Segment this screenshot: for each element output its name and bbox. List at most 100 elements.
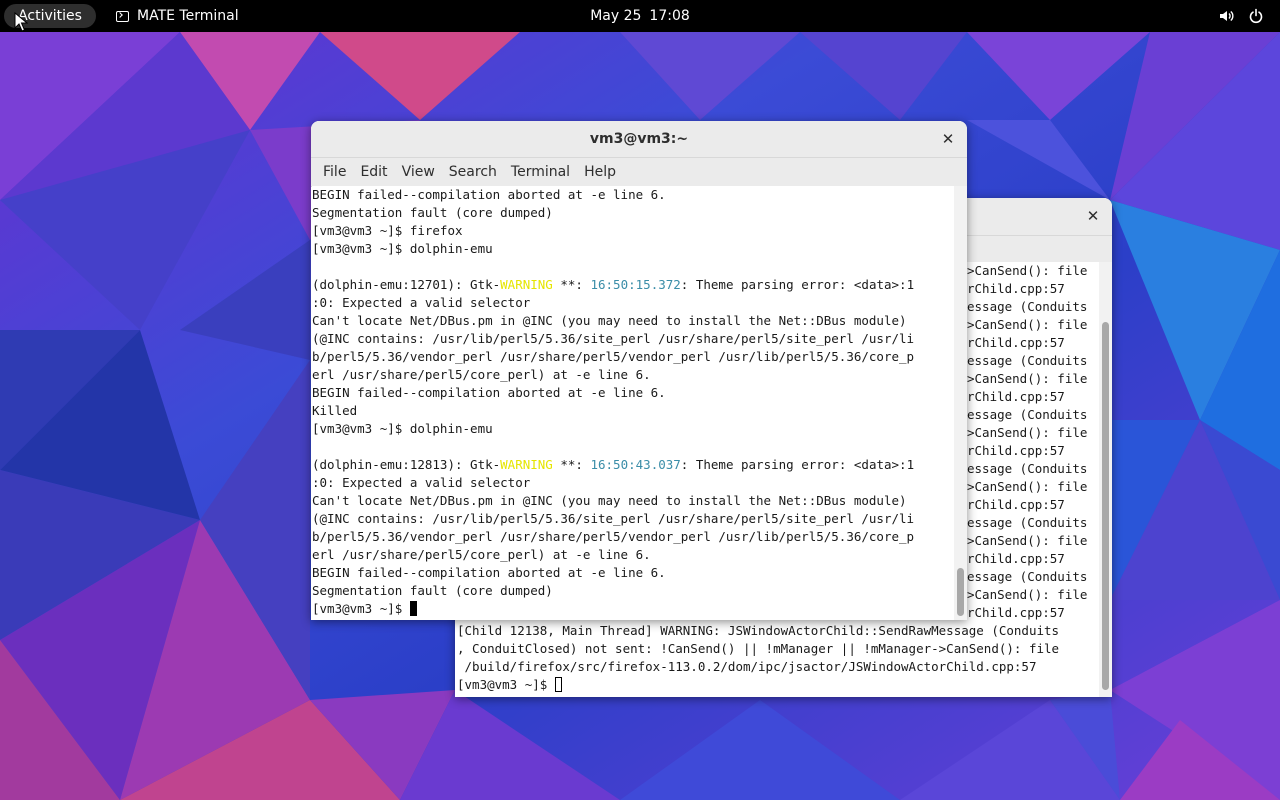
terminal-text: erl /usr/share/perl5/core_perl) at -e li… (312, 547, 651, 562)
terminal-text: (dolphin-emu:12701): Gtk- (312, 277, 501, 292)
terminal-text: b/perl5/5.36/vendor_perl /usr/share/perl… (312, 529, 915, 544)
terminal-text: (@INC contains: /usr/lib/perl5/5.36/site… (312, 511, 915, 526)
terminal-text: Segmentation fault (core dumped) (312, 205, 553, 220)
terminal-text: (@INC contains: /usr/lib/perl5/5.36/site… (312, 331, 915, 346)
terminal-text: [vm3@vm3 ~]$ (312, 601, 410, 616)
terminal-line: Segmentation fault (core dumped) (312, 204, 954, 222)
clock-date: May 25 (590, 8, 642, 24)
terminal-text: :0: Expected a valid selector (312, 475, 531, 490)
terminal-line: BEGIN failed--compilation aborted at -e … (312, 384, 954, 402)
terminal-line-fragment: essage (Conduits (967, 407, 1088, 422)
terminal-text: Can't locate Net/DBus.pm in @INC (you ma… (312, 493, 907, 508)
terminal-line: b/perl5/5.36/vendor_perl /usr/share/perl… (312, 348, 954, 366)
terminal-line: [vm3@vm3 ~]$ (312, 600, 954, 618)
terminal-line-fragment: essage (Conduits (967, 299, 1088, 314)
terminal-line-fragment: >CanSend(): file (967, 263, 1088, 278)
terminal-line-fragment: >CanSend(): file (967, 533, 1088, 548)
volume-icon (1220, 10, 1234, 22)
terminal-line-fragment: rChild.cpp:57 (967, 497, 1065, 512)
terminal-text: **: (552, 457, 591, 472)
terminal-line-fragment: >CanSend(): file (967, 425, 1088, 440)
terminal-line-fragment: rChild.cpp:57 (967, 551, 1065, 566)
terminal-line: (@INC contains: /usr/lib/perl5/5.36/site… (312, 510, 954, 528)
terminal-line-fragment: rChild.cpp:57 (967, 443, 1065, 458)
terminal-line: erl /usr/share/perl5/core_perl) at -e li… (312, 366, 954, 384)
terminal-text: **: (552, 277, 591, 292)
terminal-line: Killed (312, 402, 954, 420)
terminal-line-fragment: essage (Conduits (967, 461, 1088, 476)
terminal-line: [vm3@vm3 ~]$ dolphin-emu (312, 240, 954, 258)
terminal-text: (dolphin-emu:12813): Gtk- (312, 457, 501, 472)
terminal-text: Segmentation fault (core dumped) (312, 583, 553, 598)
terminal-line: (dolphin-emu:12813): Gtk-WARNING **: 16:… (312, 456, 954, 474)
terminal-line: b/perl5/5.36/vendor_perl /usr/share/perl… (312, 528, 954, 546)
clock-button[interactable]: May 25 17:08 (0, 0, 1280, 32)
back-scroll-thumb[interactable] (1102, 322, 1109, 690)
terminal-line: [Child 12138, Main Thread] WARNING: JSWi… (457, 623, 1060, 638)
terminal-text: Can't locate Net/DBus.pm in @INC (you ma… (312, 313, 907, 328)
terminal-line: :0: Expected a valid selector (312, 474, 954, 492)
menu-file[interactable]: File (316, 164, 353, 180)
terminal-line: (dolphin-emu:12701): Gtk-WARNING **: 16:… (312, 276, 954, 294)
top-bar: Activities MATE Terminal May 25 17:08 (0, 0, 1280, 32)
mouse-pointer-icon (14, 12, 28, 32)
menu-search[interactable]: Search (442, 164, 504, 180)
terminal-text: b/perl5/5.36/vendor_perl /usr/share/perl… (312, 349, 915, 364)
menu-help[interactable]: Help (577, 164, 623, 180)
terminal-line-fragment: >CanSend(): file (967, 317, 1088, 332)
front-terminal-window[interactable]: vm3@vm3:~ ✕ File Edit View Search Terminal He… (311, 121, 967, 620)
terminal-text: [vm3@vm3 ~]$ dolphin-emu (312, 241, 493, 256)
terminal-line-fragment: rChild.cpp:57 (967, 335, 1065, 350)
terminal-line-fragment: rChild.cpp:57 (967, 605, 1065, 620)
scrollbar[interactable] (954, 186, 967, 620)
terminal-line: :0: Expected a valid selector (312, 294, 954, 312)
power-icon (1249, 8, 1263, 24)
terminal-text: BEGIN failed--compilation aborted at -e … (312, 385, 666, 400)
terminal-line: , ConduitClosed) not sent: !CanSend() ||… (457, 641, 1060, 656)
terminal-line-fragment: essage (Conduits (967, 353, 1088, 368)
terminal-line-fragment: rChild.cpp:57 (967, 281, 1065, 296)
terminal-line: BEGIN failed--compilation aborted at -e … (312, 186, 954, 204)
terminal-line-fragment: essage (Conduits (967, 515, 1088, 530)
terminal-line: (@INC contains: /usr/lib/perl5/5.36/site… (312, 330, 954, 348)
warning-text: WARNING (500, 277, 553, 292)
menu-view[interactable]: View (395, 164, 442, 180)
terminal-output[interactable]: BEGIN failed--compilation aborted at -e … (312, 186, 954, 618)
terminal-text: :0: Expected a valid selector (312, 295, 531, 310)
terminal-text: [vm3@vm3 ~]$ firefox (312, 223, 463, 238)
terminal-line: [vm3@vm3 ~]$ dolphin-emu (312, 420, 954, 438)
terminal-cursor (554, 677, 562, 692)
menubar: File Edit View Search Terminal Help (311, 158, 967, 187)
front-window-titlebar[interactable]: vm3@vm3:~ ✕ (311, 121, 967, 158)
terminal-line-fragment: >CanSend(): file (967, 479, 1088, 494)
timestamp-text: 16:50:15.372 (590, 277, 681, 292)
terminal-line: erl /usr/share/perl5/core_perl) at -e li… (312, 546, 954, 564)
menu-edit[interactable]: Edit (353, 164, 394, 180)
system-menu-button[interactable] (1218, 0, 1264, 32)
warning-text: WARNING (500, 457, 553, 472)
terminal-cursor (409, 601, 417, 616)
terminal-text: Killed (312, 403, 358, 418)
terminal-prompt: [vm3@vm3 ~]$ (457, 677, 555, 692)
menu-terminal[interactable]: Terminal (504, 164, 577, 180)
terminal-line: [vm3@vm3 ~]$ firefox (312, 222, 954, 240)
terminal-text: [vm3@vm3 ~]$ dolphin-emu (312, 421, 493, 436)
terminal-text: BEGIN failed--compilation aborted at -e … (312, 187, 666, 202)
window-title: vm3@vm3:~ (589, 131, 689, 147)
scroll-thumb[interactable] (957, 568, 964, 616)
back-scrollbar[interactable] (1099, 262, 1112, 697)
close-button[interactable]: ✕ (939, 130, 957, 148)
terminal-line: Segmentation fault (core dumped) (312, 582, 954, 600)
terminal-line: BEGIN failed--compilation aborted at -e … (312, 564, 954, 582)
terminal-text: : Theme parsing error: <data>:1 (680, 277, 915, 292)
back-window-close-button[interactable]: ✕ (1084, 207, 1102, 225)
terminal-text: erl /usr/share/perl5/core_perl) at -e li… (312, 367, 651, 382)
terminal-line-fragment: essage (Conduits (967, 569, 1088, 584)
terminal-text: BEGIN failed--compilation aborted at -e … (312, 565, 666, 580)
terminal-line: Can't locate Net/DBus.pm in @INC (you ma… (312, 492, 954, 510)
terminal-line-fragment: >CanSend(): file (967, 587, 1088, 602)
terminal-line: /build/firefox/src/firefox-113.0.2/dom/i… (457, 659, 1037, 674)
timestamp-text: 16:50:43.037 (590, 457, 681, 472)
clock-time: 17:08 (649, 8, 690, 24)
